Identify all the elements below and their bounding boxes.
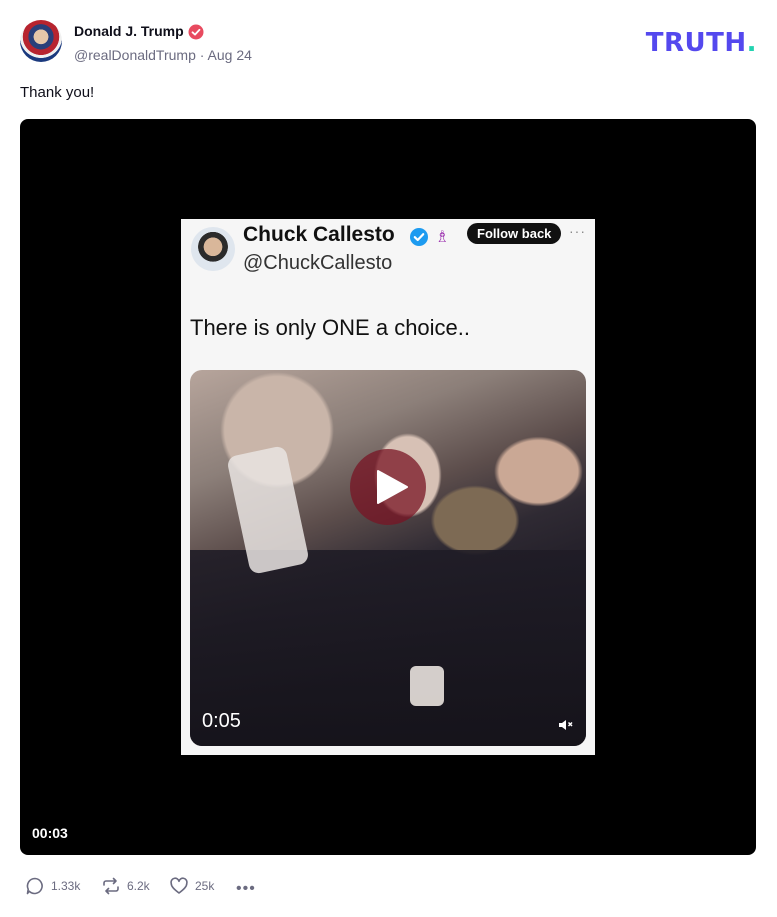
- retruth-button[interactable]: 6.2k: [101, 876, 150, 896]
- embed-video-time: 0:05: [202, 710, 241, 732]
- more-icon[interactable]: •••: [236, 880, 256, 898]
- follow-back-button: Follow back: [467, 223, 562, 244]
- heart-icon: [170, 877, 188, 894]
- play-button[interactable]: [350, 449, 426, 525]
- author-avatar[interactable]: [20, 20, 62, 62]
- author-name[interactable]: Donald J. Trump: [74, 23, 184, 39]
- like-count: 25k: [195, 879, 215, 893]
- play-icon: [377, 470, 408, 504]
- person-badge-icon: ♗: [435, 229, 450, 246]
- speaker-icon: [559, 720, 573, 730]
- retruth-count: 6.2k: [127, 879, 150, 893]
- video-scene-shape: [190, 550, 586, 746]
- embed-avatar: [191, 227, 235, 271]
- verified-check-icon: [410, 228, 428, 246]
- embed-name: Chuck Callesto: [243, 223, 395, 246]
- post-text: Thank you!: [20, 84, 95, 101]
- embed-text: There is only ONE a choice..: [190, 315, 471, 340]
- video-scene-shape: [410, 666, 444, 706]
- embedded-video-frame: 0:05: [190, 370, 586, 746]
- post-actions: 1.33k 6.2k 25k •••: [25, 876, 325, 898]
- logo-text: TRUTH: [645, 28, 747, 58]
- embed-more-icon: ···: [569, 223, 586, 239]
- post-header: Donald J. Trump @realDonaldTrump · Aug 2…: [20, 20, 757, 66]
- logo-dot: .: [746, 28, 757, 58]
- video-time: 00:03: [32, 825, 68, 841]
- like-button[interactable]: 25k: [169, 876, 214, 896]
- reply-count: 1.33k: [51, 879, 81, 893]
- truth-logo[interactable]: TRUTH.: [646, 28, 757, 58]
- verified-badge-icon: [188, 24, 204, 40]
- reply-icon: [26, 877, 43, 895]
- video-player[interactable]: Chuck Callesto ♗ Follow back ··· @ChuckC…: [20, 119, 756, 855]
- author-handle-date[interactable]: @realDonaldTrump · Aug 24: [74, 47, 252, 63]
- reply-button[interactable]: 1.33k: [25, 876, 80, 896]
- embed-handle: @ChuckCallesto: [243, 252, 393, 274]
- retruth-icon: [103, 877, 119, 895]
